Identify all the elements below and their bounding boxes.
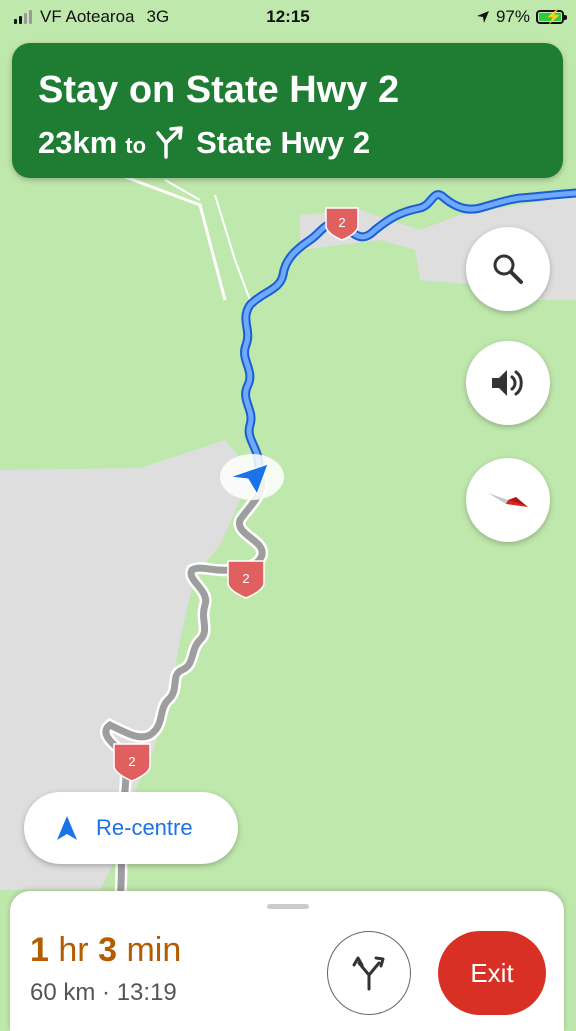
svg-text:2: 2: [338, 215, 345, 230]
compass-button[interactable]: [466, 458, 550, 542]
search-button[interactable]: [466, 227, 550, 311]
volume-icon: [492, 370, 523, 396]
recentre-label: Re-centre: [96, 815, 193, 840]
alternate-routes-button[interactable]: [327, 931, 411, 1015]
next-maneuver: 23km to State Hwy 2: [38, 119, 370, 161]
location-arrow-icon: [476, 11, 489, 23]
eta-minutes: 3: [98, 931, 117, 969]
sound-button[interactable]: [466, 341, 550, 425]
trip-details: 60 km · 13:19: [30, 979, 177, 1007]
arrival-time: 13:19: [116, 979, 177, 1006]
svg-text:2: 2: [128, 754, 135, 769]
search-icon: [493, 254, 523, 284]
svg-text:2: 2: [242, 571, 249, 586]
instruction-text: Stay on State Hwy 2: [38, 69, 400, 111]
charging-bolt-icon: ⚡: [545, 8, 563, 24]
compass-icon: [488, 493, 528, 507]
next-road-name: State Hwy 2: [196, 125, 371, 160]
battery-percent: 97%: [495, 7, 530, 26]
recentre-button[interactable]: Re-centre: [24, 792, 238, 864]
sheet-drag-handle[interactable]: [267, 904, 309, 909]
eta-hours-unit: hr: [58, 931, 89, 969]
slight-right-icon: [156, 126, 183, 159]
navigation-instruction-banner[interactable]: Stay on State Hwy 2 23km to State Hwy 2: [12, 43, 563, 178]
navigation-arrow-icon: [57, 816, 77, 840]
to-label: to: [125, 133, 147, 158]
exit-button[interactable]: Exit: [438, 931, 546, 1015]
status-right: 97% ⚡: [476, 7, 567, 27]
status-bar: VF Aotearoa 3G 12:15 97% ⚡: [0, 0, 576, 34]
maneuver-distance: 23km: [38, 125, 118, 160]
eta-duration: 1 hr 3 min: [30, 931, 181, 970]
eta-hours: 1: [30, 931, 49, 969]
eta-minutes-unit: min: [126, 931, 182, 969]
current-location-puck: [220, 454, 284, 500]
route-fork-icon: [352, 956, 385, 991]
remaining-distance: 60 km: [30, 979, 96, 1006]
separator: ·: [102, 979, 111, 1006]
battery-icon: ⚡: [536, 8, 567, 24]
trip-summary-sheet[interactable]: 1 hr 3 min 60 km · 13:19 Exit: [10, 891, 564, 1031]
